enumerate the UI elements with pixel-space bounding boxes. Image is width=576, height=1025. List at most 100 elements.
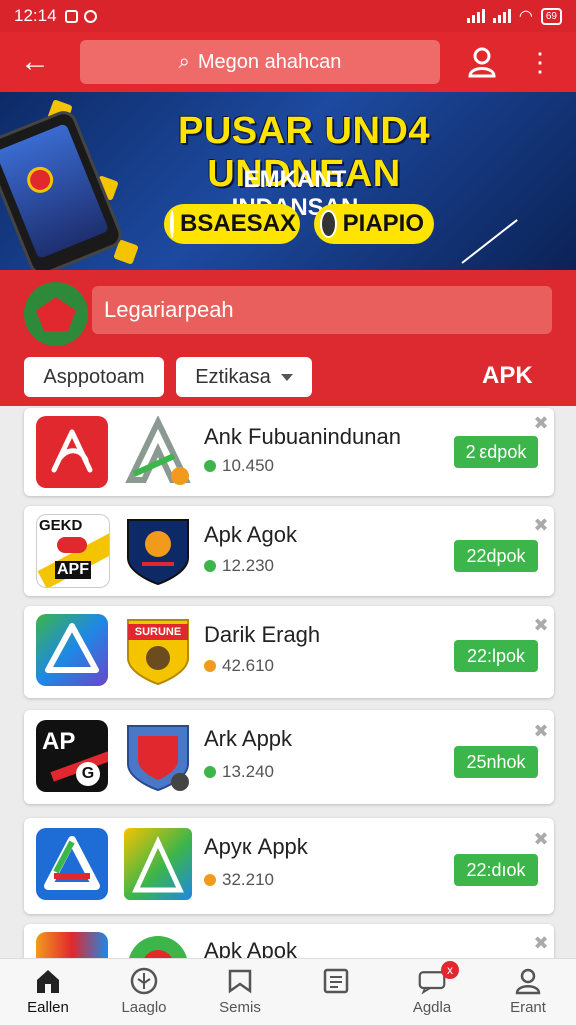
notification-icon	[64, 9, 78, 23]
filter-dropdown[interactable]: Eztikasa	[176, 357, 312, 397]
app-name: Apk Agok	[204, 522, 297, 547]
drive-icon	[36, 614, 108, 686]
icon-label: AP	[42, 728, 76, 755]
filter-chip-1[interactable]: Asppotoam	[24, 357, 164, 397]
app-meta: 13.240	[204, 762, 274, 782]
signal-2-icon	[492, 9, 511, 23]
chevron-down-icon	[280, 373, 293, 381]
close-icon[interactable]: ✖	[532, 934, 550, 952]
app-meta: 12.230	[204, 556, 274, 576]
search-input[interactable]: ⌕ Megon ahahcan	[80, 40, 440, 84]
search-placeholder: Megon ahahcan	[197, 50, 342, 73]
close-icon[interactable]: ✖	[532, 516, 550, 534]
nav-label: Semis	[219, 999, 261, 1016]
close-icon[interactable]: ✖	[532, 722, 550, 740]
app-name: Ark Appk	[204, 726, 293, 751]
crest-icon	[124, 720, 192, 792]
app-count: 12.230	[222, 556, 274, 575]
nav-home[interactable]: Eallen	[0, 959, 96, 1025]
close-icon[interactable]: ✖	[532, 616, 550, 634]
status-dot-icon	[204, 660, 216, 672]
app-notification-icon	[83, 9, 97, 23]
app-name: Ank Fubuanindunan	[204, 424, 401, 449]
chip-label: Asppotoam	[43, 365, 145, 388]
status-dot-icon	[204, 766, 216, 778]
dropdown-label: Eztikasa	[195, 365, 271, 388]
icon-label: GEKD	[39, 517, 83, 534]
bookmark-icon	[226, 967, 254, 995]
download-button[interactable]: 22:lpok	[454, 640, 538, 672]
nav-profile[interactable]: Erant	[480, 959, 576, 1025]
close-icon[interactable]: ✖	[532, 830, 550, 848]
status-bar: 12:14 ◠ 69	[0, 0, 576, 32]
category-heading[interactable]: Legariarpeah	[92, 286, 552, 334]
app-meta: 10.450	[204, 456, 274, 476]
user-icon	[514, 967, 542, 995]
app-name: Apук Appk	[204, 834, 308, 859]
close-icon[interactable]: ✖	[532, 414, 550, 432]
status-dot-icon	[204, 460, 216, 472]
app-card[interactable]: SURUNE Darik Eragh 42.610 22:lpok ✖	[24, 606, 554, 698]
pill-label: BSAESAX	[180, 210, 297, 237]
notification-badge: x	[441, 961, 459, 979]
bottom-navigation: Eallen Laaglo Semis x Agdla Erant	[0, 958, 576, 1025]
download-button[interactable]: 2 εdpok	[454, 436, 538, 468]
app-meta: 32.210	[204, 870, 274, 890]
home-icon	[34, 967, 62, 995]
download-button[interactable]: 22:dıok	[454, 854, 538, 886]
app-card[interactable]: Ank Fubuanindunan 10.450 2 εdpok ✖	[24, 408, 554, 496]
nav-list[interactable]	[288, 959, 384, 1025]
compass-icon	[130, 967, 158, 995]
app-card[interactable]: GEKD APF Apk Agok 12.230 22dpok ✖	[24, 506, 554, 596]
emblem-icon	[24, 282, 88, 346]
app-meta: 42.610	[204, 656, 274, 676]
wifi-icon: ◠	[518, 8, 533, 25]
status-dot-icon	[204, 874, 216, 886]
download-button[interactable]: 22dpok	[454, 540, 538, 572]
app-name: Darik Eragh	[204, 622, 321, 647]
nav-messages[interactable]: x Agdla	[384, 959, 480, 1025]
app-icon: AP G	[36, 720, 108, 792]
back-arrow-icon[interactable]: ←	[0, 32, 70, 92]
nav-label: Laaglo	[121, 999, 167, 1016]
app-icon	[36, 416, 108, 488]
light-streak	[461, 219, 518, 264]
g-icon: G	[76, 762, 100, 786]
app-logo-icon	[124, 415, 192, 488]
app-logo-icon	[124, 828, 192, 900]
nav-label: Agdla	[412, 999, 452, 1016]
nav-explore[interactable]: Laaglo	[96, 959, 192, 1025]
banner-pill-1[interactable]: BSAESAX	[164, 204, 300, 244]
nav-saved[interactable]: Semis	[192, 959, 288, 1025]
nav-label: Erant	[510, 999, 546, 1016]
app-icon	[36, 828, 108, 900]
avatar	[170, 210, 174, 238]
app-icon: GEKD APF	[36, 514, 110, 588]
app-card[interactable]: AP G Ark Appk 13.240 25nhok ✖	[24, 710, 554, 804]
signal-icon	[466, 9, 485, 23]
search-icon: ⌕	[178, 50, 190, 73]
more-options-icon[interactable]: ⋮	[527, 44, 553, 80]
icon-label: SURUNE	[134, 626, 182, 638]
icon-label: APF	[55, 561, 91, 579]
apk-label: APK	[482, 362, 533, 389]
app-count: 32.210	[222, 870, 274, 889]
shield-icon	[124, 514, 192, 586]
nav-label: Eallen	[27, 999, 69, 1016]
status-time: 12:14	[14, 6, 57, 25]
surune-shield-icon: SURUNE	[124, 614, 192, 686]
promo-banner[interactable]: PUSAR UND4 UNDNEAN EMKANT INDANSAN BSAES…	[0, 92, 576, 270]
app-card[interactable]: Apук Appk 32.210 22:dıok ✖	[24, 818, 554, 914]
battery-icon: 69	[540, 7, 562, 25]
top-app-bar: ← ⌕ Megon ahahcan ⋮	[0, 32, 576, 92]
status-dot-icon	[204, 560, 216, 572]
banner-pill-2[interactable]: PIAPIO	[314, 204, 434, 244]
app-count: 13.240	[222, 762, 274, 781]
download-button[interactable]: 25nhok	[454, 746, 538, 778]
category-panel: Legariarpeah Asppotoam Eztikasa APK	[0, 270, 576, 406]
profile-icon[interactable]	[462, 44, 502, 80]
list-icon	[322, 967, 350, 995]
app-count: 42.610	[222, 656, 274, 675]
avatar	[320, 210, 337, 238]
app-count: 10.450	[222, 456, 274, 475]
